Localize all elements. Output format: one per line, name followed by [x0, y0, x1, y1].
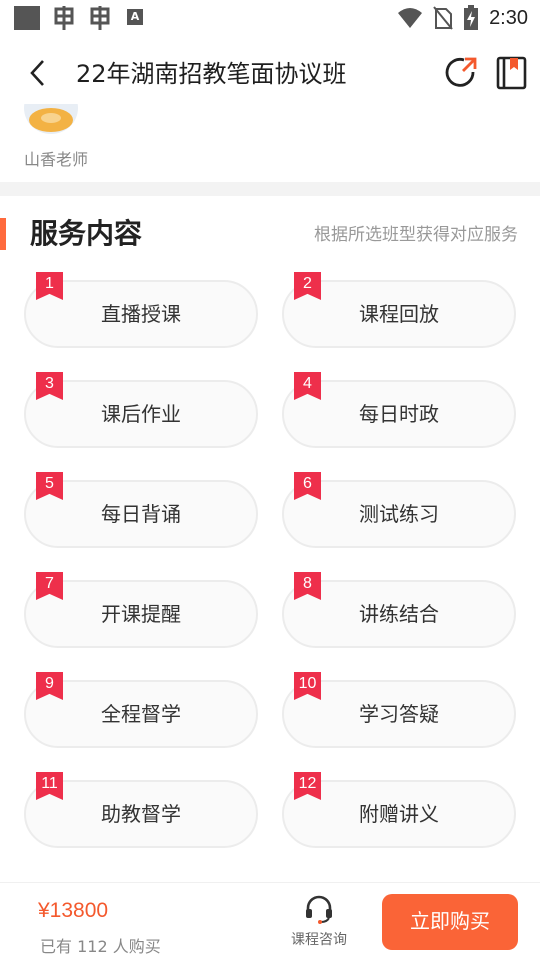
app-header: 22年湖南招教笔面协议班: [0, 36, 540, 112]
service-label: 全程督学: [101, 702, 181, 726]
section-title: 服务内容: [30, 217, 143, 250]
teacher-name: 山香老师: [24, 150, 89, 169]
service-item[interactable]: 8 讲练结合: [282, 572, 516, 648]
buyer-count: 已有 112 人购买: [40, 937, 161, 956]
service-item[interactable]: 6 测试练习: [282, 472, 516, 548]
wifi-icon: [398, 8, 423, 28]
share-refresh-icon[interactable]: [444, 56, 478, 90]
service-label: 直播授课: [101, 302, 181, 326]
service-item[interactable]: 11 助教督学: [24, 772, 258, 848]
service-label: 课后作业: [101, 402, 181, 426]
service-label: 每日时政: [359, 402, 439, 426]
service-label: 讲练结合: [359, 602, 439, 626]
page-title: 22年湖南招教笔面协议班: [76, 60, 347, 88]
service-label: 附赠讲义: [359, 802, 439, 826]
section-divider: [0, 182, 540, 196]
headset-icon: [306, 895, 332, 924]
purchase-bar: ¥13800 已有 112 人购买 课程咨询 立即购买: [0, 882, 540, 960]
service-item[interactable]: 7 开课提醒: [24, 572, 258, 648]
bookmark-icon[interactable]: [496, 56, 528, 90]
status-bar: A 2:30: [0, 0, 540, 36]
service-label: 学习答疑: [359, 702, 439, 726]
teacher-strip: 山香老师: [0, 104, 540, 182]
clock-time: 2:30: [489, 6, 528, 29]
service-item[interactable]: 12 附赠讲义: [282, 772, 516, 848]
section-accent-bar: [0, 218, 6, 250]
service-item[interactable]: 3 课后作业: [24, 372, 258, 448]
service-item[interactable]: 9 全程督学: [24, 672, 258, 748]
service-item[interactable]: 1 直播授课: [24, 272, 258, 348]
price: ¥13800: [38, 899, 109, 922]
teacher-avatar[interactable]: [22, 104, 80, 134]
buy-now-button[interactable]: 立即购买: [382, 894, 518, 950]
service-item[interactable]: 2 课程回放: [282, 272, 516, 348]
back-arrow-icon[interactable]: [24, 58, 54, 88]
service-label: 测试练习: [359, 502, 439, 526]
section-note: 根据所选班型获得对应服务: [314, 225, 518, 245]
battery-charging-icon: [464, 5, 479, 30]
square-icon: [14, 6, 40, 30]
bug-icon: [54, 6, 74, 30]
a-box-icon: A: [127, 9, 143, 25]
service-label: 课程回放: [359, 302, 439, 326]
service-item[interactable]: 10 学习答疑: [282, 672, 516, 748]
no-sim-icon: [433, 6, 453, 30]
consult-label: 课程咨询: [291, 932, 347, 948]
service-label: 助教督学: [101, 802, 181, 826]
service-item[interactable]: 4 每日时政: [282, 372, 516, 448]
service-label: 每日背诵: [101, 502, 181, 526]
bug-icon: [90, 6, 110, 30]
service-label: 开课提醒: [101, 602, 181, 626]
service-item[interactable]: 5 每日背诵: [24, 472, 258, 548]
consult-button[interactable]: 课程咨询: [286, 893, 352, 955]
